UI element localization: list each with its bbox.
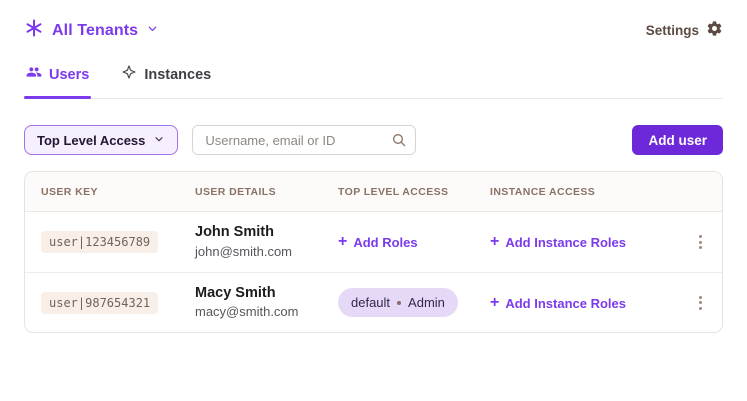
chevron-down-icon [153,133,165,148]
role-badge-role: Admin [408,295,445,310]
add-instance-roles-button[interactable]: + Add Instance Roles [490,233,626,251]
add-roles-button[interactable]: + Add Roles [338,233,418,251]
user-email: macy@smith.com [195,304,299,320]
user-key-chip: user|123456789 [41,231,159,253]
column-header-user-key: USER KEY [41,185,98,198]
asterisk-logo-icon [24,18,44,43]
magnifier-icon [391,132,407,153]
row-actions-menu-button[interactable] [695,292,706,314]
chevron-down-icon [146,22,159,40]
tab-users[interactable]: Users [24,56,92,99]
add-instance-roles-button[interactable]: + Add Instance Roles [490,293,626,311]
gear-icon [706,20,723,42]
admin-dashboard: All Tenants Settings Users Instances Top… [0,0,747,401]
plus-icon: + [338,233,348,250]
table-header-row: USER KEY USER DETAILS TOP LEVEL ACCESS I… [25,172,722,212]
plus-icon: + [490,233,500,250]
tab-instances[interactable]: Instances [119,56,213,98]
search-box [192,125,417,155]
access-filter-dropdown[interactable]: Top Level Access [24,125,179,155]
add-user-button[interactable]: Add user [632,125,723,155]
settings-label: Settings [645,23,699,38]
settings-button[interactable]: Settings [646,20,723,42]
user-email: john@smith.com [195,243,293,259]
add-instance-roles-label: Add Instance Roles [505,295,626,311]
sparkle-icon [121,64,137,85]
users-icon [26,64,42,85]
plus-icon: + [490,293,500,311]
dot-separator-icon [397,300,402,305]
row-actions-menu-button[interactable] [695,231,706,253]
table-row: user|987654321 Macy Smith macy@smith.com… [25,272,722,332]
add-roles-label: Add Roles [353,235,418,250]
add-instance-roles-label: Add Instance Roles [505,235,626,250]
column-header-user-details: USER DETAILS [195,185,277,198]
tab-instances-label: Instances [144,66,212,83]
user-name: Macy Smith [195,284,276,301]
top-bar: All Tenants Settings [24,0,723,42]
toolbar: Top Level Access Add user [24,125,723,155]
column-header-top-level-access: TOP LEVEL ACCESS [338,185,449,198]
user-key-chip: user|987654321 [41,291,159,314]
role-badge-environment: default [351,295,391,310]
column-header-instance-access: INSTANCE ACCESS [490,185,596,198]
role-badge: default Admin [338,288,458,317]
tenant-switcher-label: All Tenants [52,21,139,39]
tenant-switcher[interactable]: All Tenants [24,18,159,43]
tab-users-label: Users [49,66,90,83]
search-input[interactable] [192,125,417,155]
access-filter-label: Top Level Access [37,132,146,148]
user-name: John Smith [195,224,274,241]
users-table: USER KEY USER DETAILS TOP LEVEL ACCESS I… [24,171,723,333]
tab-bar: Users Instances [24,56,723,99]
table-row: user|123456789 John Smith john@smith.com… [25,212,722,272]
